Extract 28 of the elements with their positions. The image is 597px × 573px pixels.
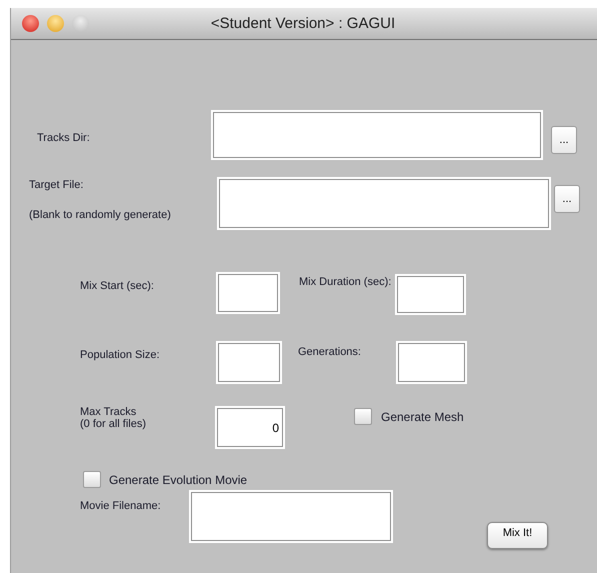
browse-button[interactable]: ... xyxy=(551,126,577,154)
movie-filename-field[interactable] xyxy=(191,492,391,541)
checkbox[interactable] xyxy=(83,471,101,488)
generations-field[interactable] xyxy=(398,343,465,382)
tracks-dir-field[interactable] xyxy=(213,112,541,158)
field-hint: (0 for all files) xyxy=(80,418,148,430)
field-hint: (Blank to randomly generate) xyxy=(29,209,172,221)
field-label: Movie Filename: xyxy=(80,500,162,512)
close-icon[interactable] xyxy=(22,15,39,32)
mix-start-field[interactable] xyxy=(218,274,278,312)
field-label: Population Size: xyxy=(80,349,160,361)
max-tracks-field[interactable]: 0 xyxy=(217,408,283,447)
checkbox-label: Generate Mesh xyxy=(381,410,464,424)
checkbox[interactable] xyxy=(354,408,372,425)
mix-button[interactable]: Mix It! xyxy=(487,522,548,549)
field-label: Max Tracks xyxy=(80,406,138,418)
population-size-field[interactable] xyxy=(218,343,280,382)
field-label: Mix Duration (sec): xyxy=(299,276,392,288)
window-title: <Student Version> : GAGUI xyxy=(210,15,396,32)
zoom-icon xyxy=(72,15,89,32)
field-label: Generations: xyxy=(298,346,362,358)
checkbox-label: Generate Evolution Movie xyxy=(109,473,248,487)
mix-duration-field[interactable] xyxy=(397,276,464,313)
field-label: Target File: xyxy=(29,179,84,191)
target-file-field[interactable] xyxy=(219,179,549,228)
field-label: Mix Start (sec): xyxy=(80,280,155,292)
field-label: Tracks Dir: xyxy=(37,132,91,144)
browse-button[interactable]: ... xyxy=(554,185,580,213)
